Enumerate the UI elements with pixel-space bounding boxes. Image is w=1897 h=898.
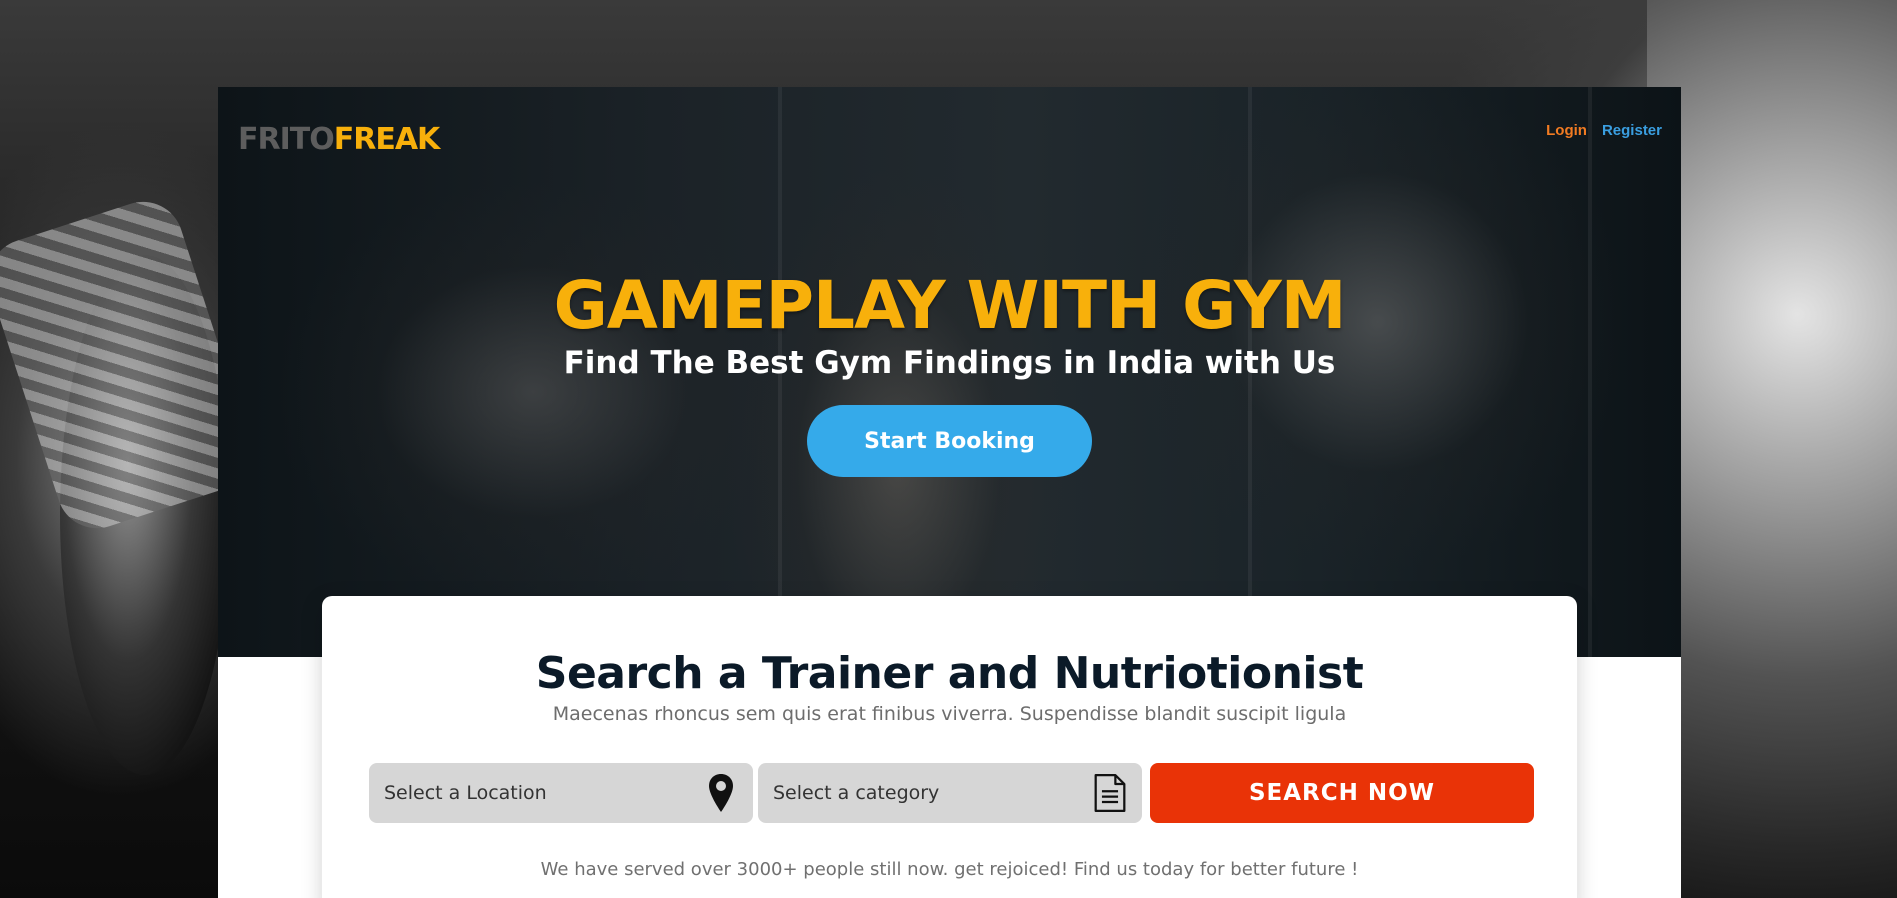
search-description: Maecenas rhoncus sem quis erat finibus v… bbox=[552, 703, 1347, 725]
register-link[interactable]: Register bbox=[1602, 122, 1662, 139]
map-pin-icon bbox=[704, 772, 738, 814]
search-panel: Search a Trainer and Nutriotionist Maece… bbox=[322, 596, 1577, 898]
hero-title: GAMEPLAY WITH GYM bbox=[553, 267, 1347, 344]
logo-text-primary: FRITO bbox=[238, 122, 335, 157]
background-athlete-image bbox=[1647, 0, 1897, 898]
search-title: Search a Trainer and Nutriotionist bbox=[535, 648, 1364, 699]
hero-section: FRITOFREAK Login Register GAMEPLAY WITH … bbox=[218, 87, 1681, 657]
page-frame: FRITOFREAK Login Register GAMEPLAY WITH … bbox=[218, 87, 1681, 898]
logo-text-accent: FREAK bbox=[333, 122, 441, 157]
served-info-text: We have served over 3000+ people still n… bbox=[540, 859, 1359, 880]
category-select[interactable]: Select a category bbox=[758, 763, 1142, 823]
auth-links: Login Register bbox=[1546, 122, 1662, 139]
search-now-button[interactable]: SEARCH NOW bbox=[1150, 763, 1534, 823]
login-link[interactable]: Login bbox=[1546, 122, 1587, 139]
category-select-label: Select a category bbox=[773, 782, 940, 804]
brand-logo[interactable]: FRITOFREAK bbox=[238, 122, 441, 157]
location-select-label: Select a Location bbox=[384, 782, 547, 804]
start-booking-button[interactable]: Start Booking bbox=[807, 405, 1092, 477]
location-select[interactable]: Select a Location bbox=[369, 763, 753, 823]
hero-subtitle: Find The Best Gym Findings in India with… bbox=[563, 345, 1336, 381]
document-icon bbox=[1093, 772, 1127, 814]
